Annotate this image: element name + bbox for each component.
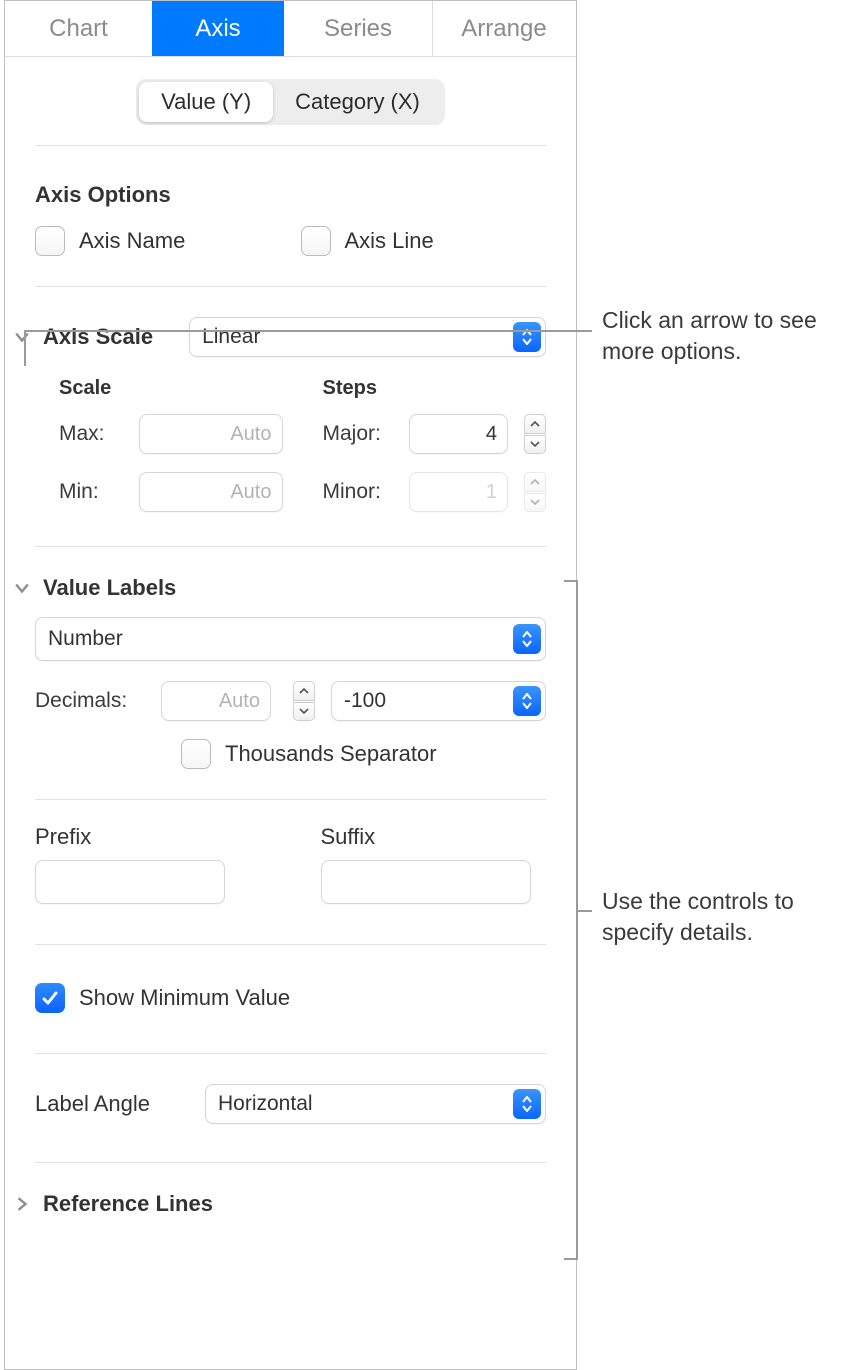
stepper-down-icon[interactable]	[524, 435, 546, 455]
decimals-placeholder: Auto	[172, 690, 260, 713]
prefix-input[interactable]	[35, 860, 225, 904]
updown-icon	[513, 322, 541, 352]
stepper-down-icon[interactable]	[293, 702, 315, 722]
segment-category-x[interactable]: Category (X)	[273, 82, 442, 122]
major-stepper[interactable]	[524, 414, 546, 454]
negative-format-value: -100	[344, 689, 513, 713]
format-select[interactable]: Number	[35, 617, 546, 661]
reference-lines-title: Reference Lines	[43, 1191, 213, 1217]
inspector-tabs: Chart Axis Series Arrange	[5, 1, 576, 57]
reference-lines-disclosure[interactable]	[13, 1195, 31, 1213]
steps-subhead: Steps	[323, 377, 547, 400]
max-input[interactable]: Auto	[139, 414, 283, 454]
max-label: Max:	[59, 422, 129, 446]
updown-icon	[513, 624, 541, 654]
format-select-value: Number	[48, 627, 513, 651]
axis-options-title: Axis Options	[35, 182, 546, 208]
tab-series[interactable]: Series	[284, 1, 432, 56]
value-labels-title: Value Labels	[43, 575, 176, 601]
prefix-label: Prefix	[35, 824, 261, 850]
updown-icon	[513, 686, 541, 716]
checkbox-thousands-separator[interactable]	[181, 739, 211, 769]
updown-icon	[513, 1089, 541, 1119]
min-label: Min:	[59, 480, 129, 504]
axis-scale-title: Axis Scale	[43, 324, 153, 350]
axis-segmented-control: Value (Y) Category (X)	[136, 79, 445, 125]
segment-value-y[interactable]: Value (Y)	[139, 82, 273, 122]
value-labels-disclosure[interactable]	[13, 579, 31, 597]
decimals-stepper[interactable]	[293, 681, 315, 721]
label-angle-label: Label Angle	[35, 1091, 185, 1117]
label-angle-value: Horizontal	[218, 1092, 513, 1116]
minor-input[interactable]: 1	[409, 472, 509, 512]
minor-label: Minor:	[323, 480, 399, 504]
tab-axis[interactable]: Axis	[152, 1, 284, 56]
major-value: 4	[420, 423, 498, 446]
label-axis-name: Axis Name	[79, 228, 185, 254]
label-angle-select[interactable]: Horizontal	[205, 1084, 546, 1124]
decimals-label: Decimals:	[35, 689, 145, 713]
stepper-down-icon	[524, 493, 546, 513]
scale-subhead: Scale	[59, 377, 283, 400]
minor-value: 1	[420, 481, 498, 504]
stepper-up-icon[interactable]	[524, 414, 546, 434]
callout-arrow-text: Click an arrow to see more options.	[602, 305, 854, 367]
label-show-min-value: Show Minimum Value	[79, 985, 290, 1011]
suffix-label: Suffix	[321, 824, 547, 850]
checkbox-show-min-value[interactable]	[35, 983, 65, 1013]
axis-scale-select[interactable]: Linear	[189, 317, 546, 357]
minor-stepper	[524, 472, 546, 512]
negative-format-select[interactable]: -100	[331, 681, 546, 721]
callout-details-text: Use the controls to specify details.	[602, 886, 854, 948]
axis-scale-select-value: Linear	[202, 325, 513, 349]
max-placeholder: Auto	[150, 423, 272, 446]
checkbox-axis-name[interactable]	[35, 226, 65, 256]
min-input[interactable]: Auto	[139, 472, 283, 512]
label-thousands-separator: Thousands Separator	[225, 741, 437, 767]
min-placeholder: Auto	[150, 481, 272, 504]
checkbox-axis-line[interactable]	[301, 226, 331, 256]
label-axis-line: Axis Line	[345, 228, 434, 254]
tab-arrange[interactable]: Arrange	[432, 1, 575, 56]
tab-chart[interactable]: Chart	[5, 1, 152, 56]
stepper-up-icon	[524, 472, 546, 492]
format-sidebar: Chart Axis Series Arrange Value (Y) Cate…	[4, 0, 577, 1370]
suffix-input[interactable]	[321, 860, 531, 904]
major-label: Major:	[323, 422, 399, 446]
decimals-input[interactable]: Auto	[161, 681, 271, 721]
stepper-up-icon[interactable]	[293, 681, 315, 701]
major-input[interactable]: 4	[409, 414, 509, 454]
